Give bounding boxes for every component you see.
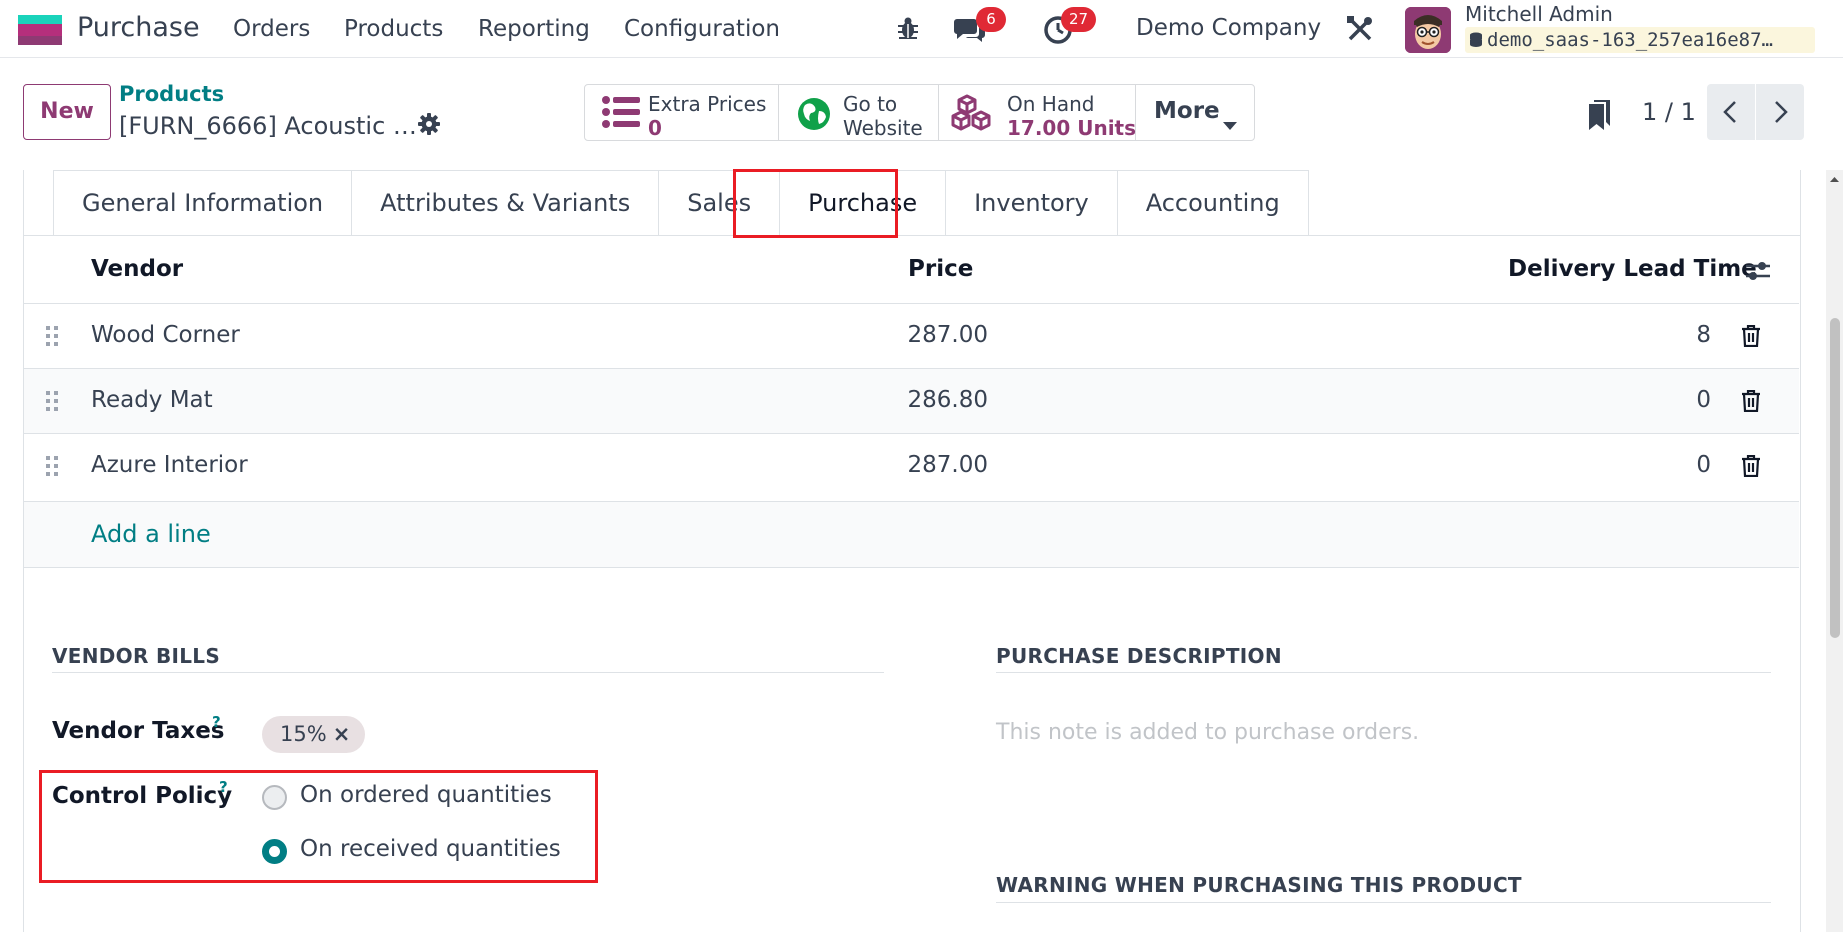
column-header-delivery-lead-time[interactable]: Delivery Lead Time bbox=[1508, 256, 1757, 282]
vendor-cell[interactable]: Ready Mat bbox=[91, 387, 213, 413]
user-name[interactable]: Mitchell Admin bbox=[1465, 2, 1613, 26]
add-line-row bbox=[24, 501, 1799, 567]
remove-tag-close-icon[interactable]: × bbox=[333, 722, 351, 746]
table-row[interactable]: Ready Mat 286.80 0 bbox=[24, 368, 1799, 433]
record-actions-gear-icon[interactable] bbox=[418, 113, 440, 139]
activities-count-badge: 27 bbox=[1061, 7, 1097, 32]
table-row[interactable]: Wood Corner 287.00 8 bbox=[24, 303, 1799, 368]
vendor-cell[interactable]: Wood Corner bbox=[91, 322, 240, 348]
tabs-divider bbox=[23, 235, 1801, 236]
cubes-icon bbox=[951, 94, 997, 136]
purchase-description-field[interactable]: This note is added to purchase orders. bbox=[996, 720, 1419, 745]
breadcrumb-current-record: [FURN_6666] Acoustic … bbox=[119, 112, 417, 140]
delete-row-trash-icon[interactable] bbox=[1741, 389, 1761, 416]
drag-handle-icon[interactable] bbox=[46, 456, 58, 480]
delete-row-trash-icon[interactable] bbox=[1741, 454, 1761, 481]
vendor-cell[interactable]: Azure Interior bbox=[91, 452, 248, 478]
menu-orders[interactable]: Orders bbox=[233, 16, 310, 42]
app-name[interactable]: Purchase bbox=[77, 12, 200, 43]
on-hand-value: 17.00 Units bbox=[1007, 116, 1137, 140]
app-logo-icon[interactable] bbox=[18, 15, 62, 45]
pager-value[interactable]: 1 / 1 bbox=[1642, 98, 1696, 126]
vendor-taxes-help-icon[interactable]: ? bbox=[212, 713, 221, 731]
notebook-tabs: General Information Attributes & Variant… bbox=[53, 170, 1309, 236]
price-cell[interactable]: 287.00 bbox=[908, 322, 988, 348]
more-label: More bbox=[1154, 98, 1220, 124]
tab-attributes-variants[interactable]: Attributes & Variants bbox=[351, 170, 659, 236]
website-line1: Go to bbox=[843, 92, 898, 116]
extra-prices-button[interactable]: Extra Prices 0 bbox=[585, 85, 779, 140]
database-icon bbox=[1470, 32, 1482, 47]
tab-inventory[interactable]: Inventory bbox=[945, 170, 1117, 236]
database-name-text: demo_saas-163_257ea16e87… bbox=[1487, 29, 1773, 51]
chevron-right-icon bbox=[1775, 101, 1788, 123]
drag-handle-icon[interactable] bbox=[46, 391, 58, 415]
extra-prices-label: Extra Prices bbox=[648, 92, 767, 116]
delete-row-trash-icon[interactable] bbox=[1741, 324, 1761, 351]
table-bottom-border bbox=[24, 567, 1799, 568]
vendor-bills-divider bbox=[52, 672, 884, 673]
vendor-tax-tag-label: 15% bbox=[280, 722, 327, 746]
column-header-vendor[interactable]: Vendor bbox=[91, 256, 183, 282]
list-icon bbox=[602, 96, 640, 132]
on-hand-button[interactable]: On Hand 17.00 Units bbox=[939, 85, 1136, 140]
top-navbar: Purchase Orders Products Reporting Confi… bbox=[0, 0, 1843, 58]
tab-general-information[interactable]: General Information bbox=[53, 170, 352, 236]
table-row[interactable]: Azure Interior 287.00 0 bbox=[24, 433, 1799, 498]
menu-reporting[interactable]: Reporting bbox=[478, 16, 590, 42]
vendor-taxes-label: Vendor Taxes bbox=[52, 718, 225, 744]
vendor-bills-section-title: VENDOR BILLS bbox=[52, 644, 221, 668]
purchase-warning-divider bbox=[996, 902, 1771, 903]
messages-count-badge: 6 bbox=[976, 7, 1006, 32]
database-name: demo_saas-163_257ea16e87… bbox=[1465, 27, 1815, 53]
optional-columns-sliders-icon[interactable] bbox=[1745, 258, 1771, 288]
page-scrollbar-thumb[interactable] bbox=[1830, 318, 1840, 638]
pager-previous-button[interactable] bbox=[1707, 84, 1755, 140]
purchase-description-divider bbox=[996, 672, 1771, 673]
new-record-button[interactable]: New bbox=[23, 84, 111, 140]
debug-bug-icon[interactable] bbox=[896, 16, 920, 44]
globe-icon bbox=[797, 97, 831, 135]
company-switcher[interactable]: Demo Company bbox=[1136, 15, 1321, 41]
purchase-tab-highlight-box bbox=[733, 169, 898, 238]
lead-time-cell[interactable]: 0 bbox=[1696, 387, 1711, 413]
on-hand-label: On Hand bbox=[1007, 92, 1095, 116]
website-line2: Website bbox=[843, 116, 923, 140]
price-cell[interactable]: 286.80 bbox=[908, 387, 988, 413]
lead-time-cell[interactable]: 8 bbox=[1696, 322, 1711, 348]
vendor-tax-tag[interactable]: 15% × bbox=[262, 716, 366, 753]
more-dropdown-button[interactable]: More bbox=[1136, 85, 1254, 140]
lead-time-cell[interactable]: 0 bbox=[1696, 452, 1711, 478]
smart-buttons-bar: Extra Prices 0 Go to Website On Hand 17.… bbox=[584, 84, 1255, 141]
bookmark-icon[interactable] bbox=[1588, 100, 1612, 134]
price-cell[interactable]: 287.00 bbox=[908, 452, 988, 478]
purchase-warning-section-title: WARNING WHEN PURCHASING THIS PRODUCT bbox=[996, 873, 1522, 897]
extra-prices-value: 0 bbox=[648, 116, 662, 140]
breadcrumb-products-link[interactable]: Products bbox=[119, 82, 224, 106]
column-header-price[interactable]: Price bbox=[908, 256, 973, 282]
menu-configuration[interactable]: Configuration bbox=[624, 16, 780, 42]
drag-handle-icon[interactable] bbox=[46, 326, 58, 350]
chevron-left-icon bbox=[1723, 101, 1736, 123]
tab-accounting[interactable]: Accounting bbox=[1116, 170, 1309, 236]
pager-next-button[interactable] bbox=[1756, 84, 1804, 140]
go-to-website-button[interactable]: Go to Website bbox=[779, 85, 939, 140]
purchase-description-section-title: PURCHASE DESCRIPTION bbox=[996, 644, 1282, 668]
add-a-line-link[interactable]: Add a line bbox=[91, 520, 211, 548]
scroll-up-arrow-icon[interactable] bbox=[1826, 172, 1843, 186]
caret-down-icon bbox=[1223, 110, 1237, 136]
menu-products[interactable]: Products bbox=[344, 16, 443, 42]
tools-icon[interactable] bbox=[1346, 15, 1374, 47]
control-policy-highlight-box bbox=[39, 770, 598, 883]
user-avatar[interactable] bbox=[1405, 7, 1451, 53]
